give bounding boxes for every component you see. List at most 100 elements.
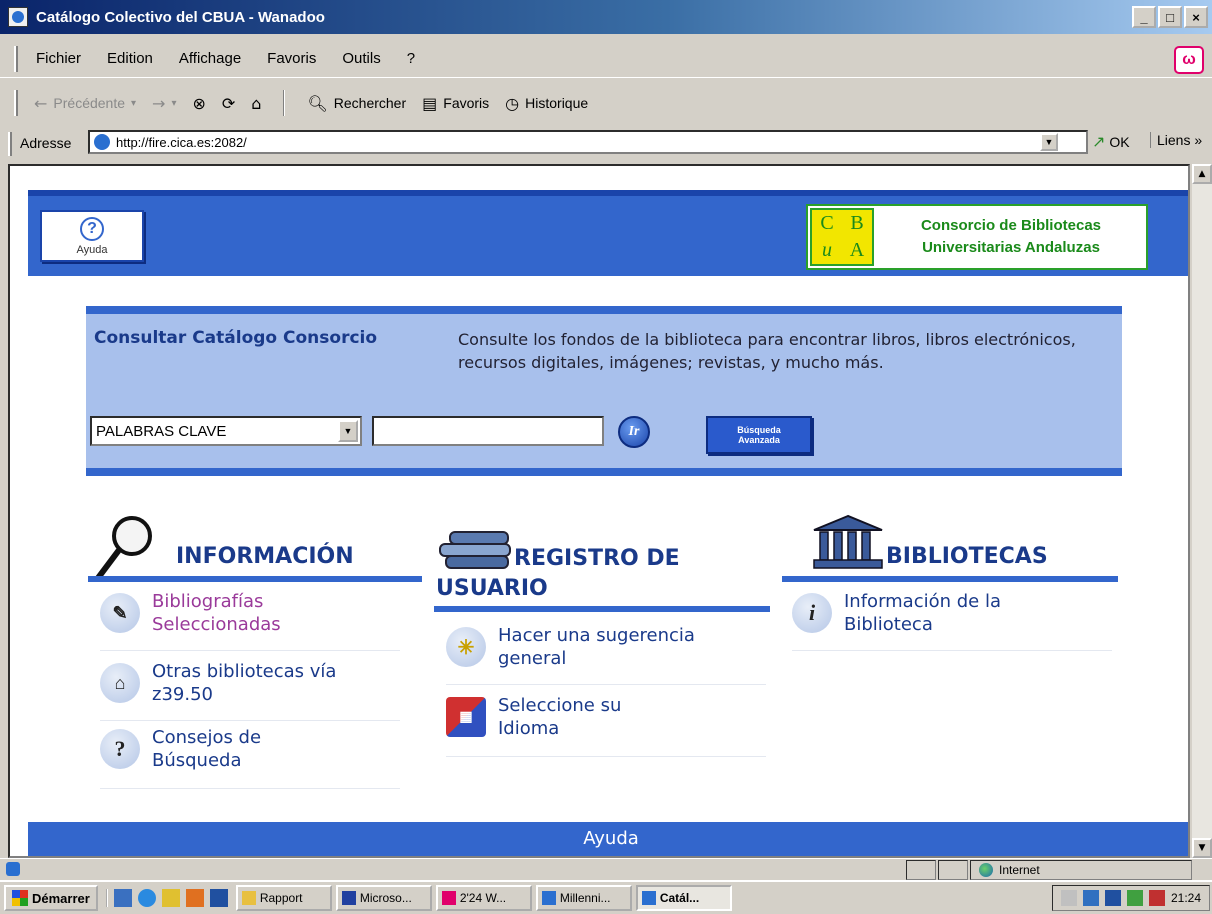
status-cell	[938, 860, 968, 880]
stop-button[interactable]: ⊗	[192, 94, 205, 113]
forward-button[interactable]: → ▾	[152, 94, 176, 113]
volume-icon[interactable]	[1060, 890, 1077, 906]
bibliotecas-heading: BIBLIOTECAS	[886, 544, 1048, 569]
scroll-up-icon[interactable]: ▲	[1192, 164, 1212, 184]
start-label: Démarrer	[32, 890, 90, 906]
task-word[interactable]: Microso...	[335, 885, 432, 911]
advanced-line2: Avanzada	[738, 435, 780, 445]
document-edit-icon: ✎	[100, 593, 140, 633]
task-catalogo-label: Catál...	[659, 891, 700, 905]
zone-cell: Internet	[970, 860, 1192, 880]
address-url: http://fire.cica.es:2082/	[116, 134, 247, 150]
registro-item-idioma[interactable]: ▦ Seleccione su Idioma	[446, 694, 766, 740]
menu-grip	[14, 46, 18, 72]
zone-label: Internet	[999, 863, 1040, 877]
info-item-consejos-label: Consejos de Búsqueda	[152, 727, 262, 771]
favorites-button[interactable]: ▤ Favoris	[422, 94, 489, 113]
item-separator	[100, 788, 400, 789]
item-separator	[100, 650, 400, 651]
info-item-otras-bibliotecas[interactable]: ⌂ Otras bibliotecas vía z39.50	[100, 660, 400, 706]
org-name: Consorcio de Bibliotecas Universitarias …	[876, 215, 1146, 259]
fr-language-icon[interactable]	[1104, 890, 1121, 906]
advanced-line1: Búsqueda	[737, 425, 781, 435]
footer-help-band[interactable]: Ayuda	[28, 822, 1188, 856]
back-label: Précédente	[53, 95, 126, 111]
info-item-bibliografias[interactable]: ✎ Bibliografías Seleccionadas	[100, 590, 400, 636]
search-label: Rechercher	[333, 95, 407, 111]
address-label: Adresse	[20, 135, 72, 151]
back-arrow-icon: ←	[34, 93, 48, 113]
search-title: Consultar Catálogo Consorcio	[94, 328, 378, 348]
ie-icon[interactable]	[137, 889, 156, 907]
magnifier-icon	[95, 516, 152, 581]
item-separator	[100, 720, 400, 721]
menu-favoris[interactable]: Favoris	[267, 50, 316, 67]
vertical-scrollbar[interactable]: ▲ ▼	[1192, 164, 1212, 858]
info-rule	[88, 576, 422, 582]
toolbar-grip	[14, 90, 18, 116]
menu-outils[interactable]: Outils	[342, 50, 380, 67]
tray-app-icon[interactable]	[1126, 890, 1143, 906]
bibliotecas-item-informacion[interactable]: i Información de la Biblioteca	[792, 590, 1112, 636]
library-building-icon	[813, 514, 883, 569]
network-icon[interactable]	[1082, 890, 1099, 906]
task-catalogo[interactable]: Catál...	[635, 885, 732, 911]
minimize-button[interactable]: _	[1132, 6, 1156, 28]
start-button[interactable]: Démarrer	[4, 885, 98, 911]
bibliotecas-item-informacion-label: Información de la Biblioteca	[844, 591, 1002, 635]
menu-help[interactable]: ?	[407, 50, 415, 67]
task-wanadoo[interactable]: 2'24 W...	[435, 885, 532, 911]
go-label: OK	[1109, 133, 1130, 150]
tray-app-icon[interactable]	[1148, 890, 1165, 906]
home-button[interactable]: ⌂	[251, 94, 261, 113]
help-label: Ayuda	[76, 243, 108, 256]
info-icon: i	[792, 593, 832, 633]
folder-icon	[241, 891, 256, 905]
info-item-otras-bibliotecas-label: Otras bibliotecas vía z39.50	[152, 661, 337, 705]
refresh-button[interactable]: ⟳	[222, 94, 235, 113]
media-player-icon[interactable]	[185, 889, 204, 907]
forward-arrow-icon: →	[152, 93, 166, 113]
links-button[interactable]: Liens »	[1150, 132, 1202, 148]
info-item-bibliografias-label: Bibliografías Seleccionadas	[152, 591, 281, 635]
help-button[interactable]: ? Ayuda	[40, 210, 144, 262]
address-bar: Adresse http://fire.cica.es:2082/ ▼ ↗ OK…	[0, 126, 1212, 160]
logo-letter-a: A	[849, 239, 865, 261]
close-button[interactable]: ×	[1184, 6, 1208, 28]
task-millennium[interactable]: Millenni...	[535, 885, 632, 911]
address-input[interactable]: http://fire.cica.es:2082/	[88, 130, 1088, 154]
favorites-folder-icon: ▤	[422, 93, 438, 113]
registro-heading-line2: USUARIO	[436, 576, 548, 601]
search-type-select[interactable]: PALABRAS CLAVE ▼	[90, 416, 362, 446]
menu-fichier[interactable]: Fichier	[36, 50, 81, 67]
back-button[interactable]: ← Précédente ▾	[34, 94, 136, 113]
registro-item-sugerencia[interactable]: ✳ Hacer una sugerencia general	[446, 624, 766, 670]
history-button[interactable]: ◷ Historique	[505, 94, 588, 113]
info-item-consejos[interactable]: ? Consejos de Búsqueda	[100, 726, 400, 772]
stop-icon: ⊗	[192, 93, 206, 113]
search-button[interactable]: 🔍︎ Rechercher	[307, 94, 406, 113]
home-icon: ⌂	[251, 93, 262, 113]
quick-launch	[105, 889, 228, 907]
menu-affichage[interactable]: Affichage	[179, 50, 241, 67]
advanced-search-button[interactable]: Búsqueda Avanzada	[706, 416, 812, 454]
menu-bar: Fichier Edition Affichage Favoris Outils…	[0, 40, 1212, 78]
outlook-icon[interactable]	[161, 889, 180, 907]
maximize-button[interactable]: □	[1158, 6, 1182, 28]
task-rapport[interactable]: Rapport	[235, 885, 332, 911]
status-bar: Internet	[0, 858, 1212, 880]
go-search-button[interactable]: Ir	[618, 416, 650, 448]
address-dropdown-icon[interactable]: ▼	[1040, 133, 1058, 151]
menu-edition[interactable]: Edition	[107, 50, 153, 67]
go-button[interactable]: ↗ OK	[1092, 132, 1130, 151]
favorites-label: Favoris	[443, 95, 490, 111]
info-heading: INFORMACIÓN	[176, 544, 354, 569]
ie-page-icon	[641, 891, 656, 905]
desktop-icon[interactable]	[113, 889, 132, 907]
item-separator	[446, 684, 766, 685]
scroll-down-icon[interactable]: ▼	[1192, 838, 1212, 858]
app-icon[interactable]	[209, 889, 228, 907]
search-input[interactable]	[372, 416, 604, 446]
cbua-logo-link[interactable]: C B u A Consorcio de Bibliotecas Univers…	[806, 204, 1148, 270]
org-name-line1: Consorcio de Bibliotecas	[920, 217, 1102, 234]
